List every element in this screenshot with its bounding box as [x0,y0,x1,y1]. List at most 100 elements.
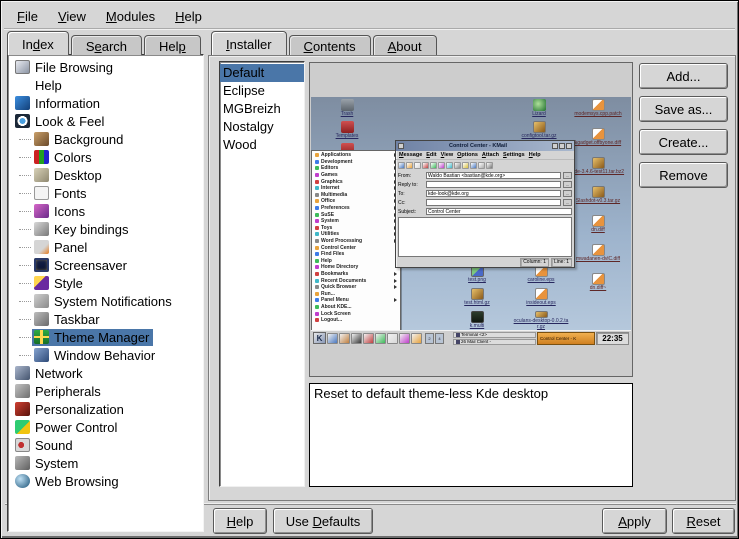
menu-modules[interactable]: Modules [97,6,164,27]
tree-item-peripherals[interactable]: Peripherals [10,382,203,400]
composer-field-cc: Cc:... [396,198,574,207]
tree-item-label: Key bindings [54,222,128,237]
composer-field-reply-to: Reply to:... [396,180,574,189]
tree-item-power-control[interactable]: Power Control [10,418,203,436]
background-icon [34,132,49,146]
tree-item-panel[interactable]: Panel [10,238,203,256]
kmenu-item-label: Office [321,198,335,204]
theme-item-nostalgy[interactable]: Nostalgy [220,118,304,136]
use-defaults-button[interactable]: Use Defaults [273,508,373,534]
panel-app-icon [339,333,350,344]
preview-taskbar: Terminal <2>26 Mail Client - [453,332,536,345]
desktop-icon-label: dn.diff [591,227,605,233]
remove-button[interactable]: Remove [639,162,728,188]
left-tab-help[interactable]: Help [144,35,201,55]
desktop-icon-label: caroline.eps [528,277,555,283]
tree-item-information[interactable]: Information [10,94,203,112]
desktop-icon-oculans-desktop-0-0-2-tar-gz: oculans-desktop-0.0.2.tar.gz [513,311,569,330]
tree-item-web-browsing[interactable]: Web Browsing [10,472,203,490]
desktop-icon-label: insideout.eps [526,300,555,306]
tree-item-taskbar[interactable]: Taskbar [10,310,203,328]
add-button[interactable]: Add... [639,63,728,89]
menu-file[interactable]: File [8,6,47,27]
preview-k-menu-button: K [313,332,326,344]
composer-menu-options: Options [457,152,478,158]
peripherals-icon [15,384,30,398]
tree-item-key-bindings[interactable]: Key bindings [10,220,203,238]
kmenu-item-label: Lock Screen [321,311,351,317]
save-as-button[interactable]: Save as... [639,96,728,122]
desktop-icon-label: configtool.tar.gz [521,133,556,139]
right-tab-about[interactable]: About [373,35,437,55]
tree-item-fonts[interactable]: Fonts [10,184,203,202]
create-button[interactable]: Create... [639,129,728,155]
desktop-icon-templates: Templates [319,121,375,139]
help-button[interactable]: Help [213,508,267,534]
toolbar-icon [422,162,429,169]
toolbar-icon [438,162,445,169]
left-tab-search[interactable]: Search [71,35,142,55]
tree-connector [19,301,31,302]
menu-item-icon [315,279,319,283]
reset-button[interactable]: Reset [672,508,735,534]
menu-view[interactable]: View [49,6,95,27]
right-tab-contents[interactable]: Contents [289,35,371,55]
theme-item-wood[interactable]: Wood [220,136,304,154]
desktop-icon-lizard: Lizard [511,99,567,117]
tree-item-theme-manager[interactable]: Theme Manager [10,328,203,346]
tree-item-system-notifications[interactable]: System Notifications [10,292,203,310]
menubar: FileViewModulesHelp [4,4,735,29]
menu-item-icon [315,298,319,302]
tree-item-content: Sound [13,437,77,454]
tree-item-icons[interactable]: Icons [10,202,203,220]
tree-item-label: Panel [54,240,87,255]
kde-control-center-window: FileViewModulesHelp IndexSearchHelp File… [0,0,739,539]
tree-item-background[interactable]: Background [10,130,203,148]
tree-connector [19,175,31,176]
tree-item-personalization[interactable]: Personalization [10,400,203,418]
toolbar-icon [486,162,493,169]
preview-composer-titlebar: Control Center - KMail [396,141,574,151]
theme-item-default[interactable]: Default [220,64,304,82]
tree-item-screensaver[interactable]: Screensaver [10,256,203,274]
tree-item-desktop[interactable]: Desktop [10,166,203,184]
taskbar-icon [34,312,49,326]
tree-item-style[interactable]: Style [10,274,203,292]
preview-maximize-icon [559,143,565,149]
menu-help[interactable]: Help [166,6,211,27]
apply-button[interactable]: Apply [602,508,667,534]
key-bindings-icon [34,222,49,236]
kmenu-item-control-center: Control Center [312,244,400,251]
tree-connector [19,229,31,230]
right-tab-installer[interactable]: Installer [211,31,287,55]
file-icon [471,288,484,300]
kmenu-item-label: SuSE [321,212,334,218]
tree-connector [19,265,31,266]
tree-item-file-browsing[interactable]: File Browsing [10,58,203,76]
kmenu-item-label: Run... [321,291,335,297]
menu-item-icon [315,213,319,217]
kmenu-item-label: Word Processing [321,238,362,244]
kmenu-item-label: Quick Browser [321,284,356,290]
theme-item-eclipse[interactable]: Eclipse [220,82,304,100]
left-tab-index[interactable]: Index [7,31,69,55]
tree-item-help[interactable]: Help [10,76,203,94]
tree-item-colors[interactable]: Colors [10,148,203,166]
kmenu-item-label: Graphics [321,179,343,185]
tree-item-sound[interactable]: Sound [10,436,203,454]
tree-connector [19,211,31,212]
preview-composer-statusbar: Column: 1Line: 1 [396,258,574,267]
panel-app-icon [327,333,338,344]
theme-item-mgbreizh[interactable]: MGBreizh [220,100,304,118]
taskbar-task: Terminal <2> [453,332,536,338]
tree-item-label: Personalization [35,402,124,417]
style-icon [34,276,49,290]
tree-item-look-feel[interactable]: Look & Feel [10,112,203,130]
tree-item-network[interactable]: Network [10,364,203,382]
information-icon [15,96,30,110]
file-icon [592,99,605,111]
tree-item-window-behavior[interactable]: Window Behavior [10,346,203,364]
preview-taskbar-active-task: Control Center - K [537,332,595,345]
tree-item-system[interactable]: System [10,454,203,472]
composer-field-value [426,181,561,188]
